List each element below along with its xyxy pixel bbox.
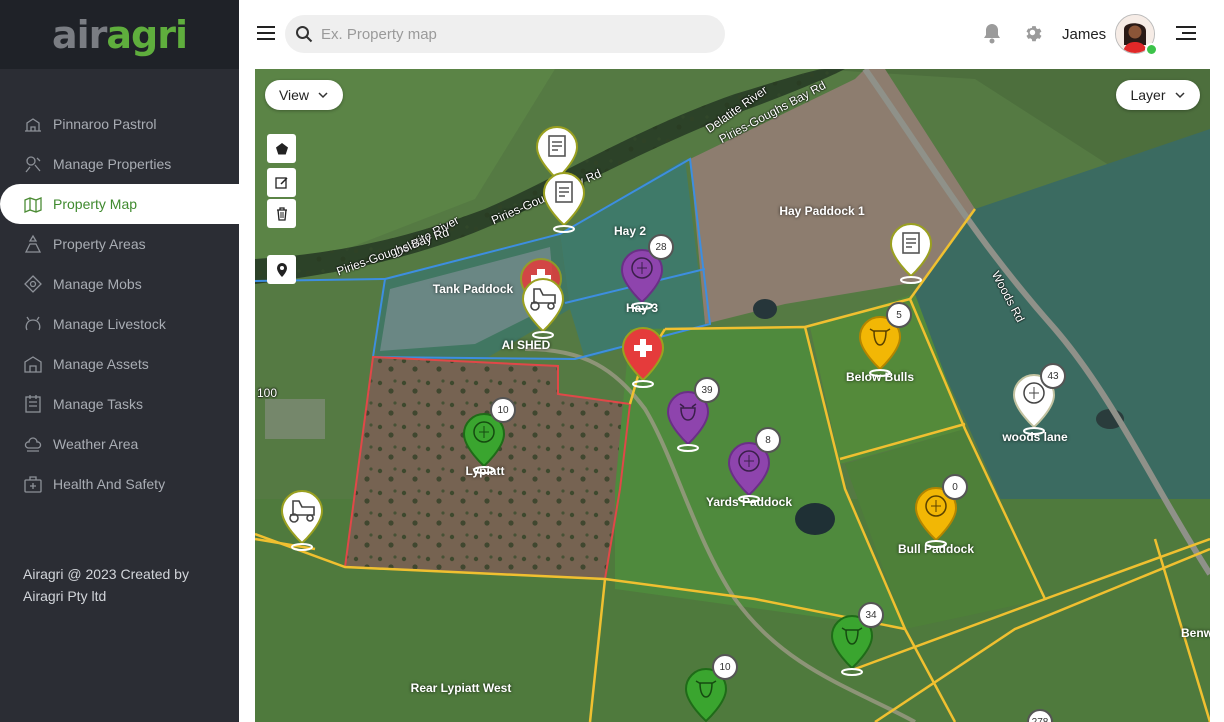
search-bar — [285, 15, 725, 53]
sidebar-item-health-and-safety[interactable]: Health And Safety — [0, 464, 239, 504]
paddock-label-tank-paddock[interactable]: Tank Paddock — [433, 282, 513, 296]
location-pin-icon — [276, 262, 287, 277]
sidebar-item-label: Property Areas — [53, 236, 146, 252]
mob-count-badge: 28 — [648, 234, 674, 260]
hamburger-menu-icon[interactable] — [257, 25, 275, 41]
map-scale-label: 100 — [257, 386, 278, 400]
sidebar-item-property-map[interactable]: Property Map — [0, 184, 239, 224]
edit-icon — [274, 176, 288, 189]
sidebar-item-label: Health And Safety — [53, 476, 166, 492]
livestock-icon — [22, 313, 44, 335]
chevron-down-icon — [318, 92, 328, 99]
paddock-label-benw[interactable]: Benw — [1181, 626, 1210, 640]
sidebar-item-weather-area[interactable]: Weather Area — [0, 424, 239, 464]
sidebar-item-label: Weather Area — [53, 436, 139, 452]
add-marker-button[interactable] — [267, 255, 296, 284]
mob-count-badge: 43 — [1040, 363, 1066, 389]
mob-count-badge: 10 — [712, 654, 738, 680]
paddock-label-hay-paddock-1[interactable]: Hay Paddock 1 — [779, 204, 864, 218]
sidebar-footer: Airagri @ 2023 Created by Airagri Pty lt… — [23, 566, 189, 604]
mob-count-badge: 8 — [755, 427, 781, 453]
delete-shape-button[interactable] — [267, 199, 296, 228]
view-dropdown[interactable]: View — [265, 80, 343, 110]
tasks-icon — [22, 393, 44, 415]
sidebar-item-property-areas[interactable]: Property Areas — [0, 224, 239, 264]
farm-icon — [22, 113, 44, 135]
bell-icon[interactable] — [982, 22, 1002, 44]
tractor-asset-pin[interactable] — [280, 489, 324, 551]
properties-icon — [22, 153, 44, 175]
online-status-dot — [1145, 43, 1158, 56]
user-name[interactable]: James — [1062, 26, 1106, 43]
weather-icon — [22, 433, 44, 455]
layer-dropdown[interactable]: Layer — [1116, 80, 1200, 110]
sidebar-item-manage-assets[interactable]: Manage Assets — [0, 344, 239, 384]
sidebar-nav: Pinnaroo Pastrol Manage Properties Prope… — [0, 104, 239, 504]
sidebar: airagri Pinnaroo Pastrol Manage Properti… — [0, 0, 239, 722]
sidebar-item-label: Manage Mobs — [53, 276, 142, 292]
sidebar-item-manage-livestock[interactable]: Manage Livestock — [0, 304, 239, 344]
areas-icon — [22, 233, 44, 255]
sidebar-item-label: Property Map — [53, 196, 138, 212]
edit-shape-button[interactable] — [267, 168, 296, 197]
sidebar-item-label: Manage Properties — [53, 156, 172, 172]
logo-area: airagri — [0, 0, 239, 69]
tractor-asset-pin[interactable] — [521, 277, 565, 339]
health-icon — [22, 473, 44, 495]
task-clipboard-pin[interactable] — [889, 222, 933, 284]
sidebar-item-pinnaroo-pastrol[interactable]: Pinnaroo Pastrol — [0, 104, 239, 144]
paddock-label-ai-shed[interactable]: AI SHED — [502, 338, 551, 352]
property-map[interactable]: View Layer Delatite River Piries-Goughs … — [255, 69, 1210, 722]
mob-count-badge: 0 — [942, 474, 968, 500]
mob-count-badge: 39 — [694, 377, 720, 403]
sidebar-item-label: Manage Tasks — [53, 396, 144, 412]
mob-count-badge: 5 — [886, 302, 912, 328]
sidebar-item-manage-tasks[interactable]: Manage Tasks — [0, 384, 239, 424]
mob-count-badge: 34 — [858, 602, 884, 628]
satellite-map-background — [255, 69, 1210, 722]
mob-count-badge: 10 — [490, 397, 516, 423]
mobs-icon — [22, 273, 44, 295]
sidebar-item-label: Manage Livestock — [53, 316, 166, 332]
sidebar-item-manage-mobs[interactable]: Manage Mobs — [0, 264, 239, 304]
draw-polygon-button[interactable] — [267, 134, 296, 163]
airagri-logo[interactable]: airagri — [52, 13, 188, 57]
search-icon — [296, 26, 313, 43]
topbar: James — [239, 0, 1224, 69]
menu-lines-icon[interactable] — [1174, 25, 1196, 41]
sidebar-item-label: Manage Assets — [53, 356, 149, 372]
gear-icon[interactable] — [1022, 22, 1044, 44]
paddock-label-rear-lypiatt-west[interactable]: Rear Lypiatt West — [411, 681, 512, 695]
sidebar-item-manage-properties[interactable]: Manage Properties — [0, 144, 239, 184]
task-clipboard-pin[interactable] — [542, 171, 586, 233]
polygon-icon — [275, 142, 288, 154]
search-input[interactable] — [319, 24, 703, 44]
trash-icon — [276, 206, 287, 221]
paddock-label-hay-2[interactable]: Hay 2 — [614, 224, 646, 238]
chevron-down-icon — [1174, 92, 1185, 99]
assets-icon — [22, 353, 44, 375]
health-safety-pin[interactable] — [621, 326, 665, 388]
map-icon — [22, 193, 44, 215]
sidebar-item-label: Pinnaroo Pastrol — [53, 116, 157, 132]
